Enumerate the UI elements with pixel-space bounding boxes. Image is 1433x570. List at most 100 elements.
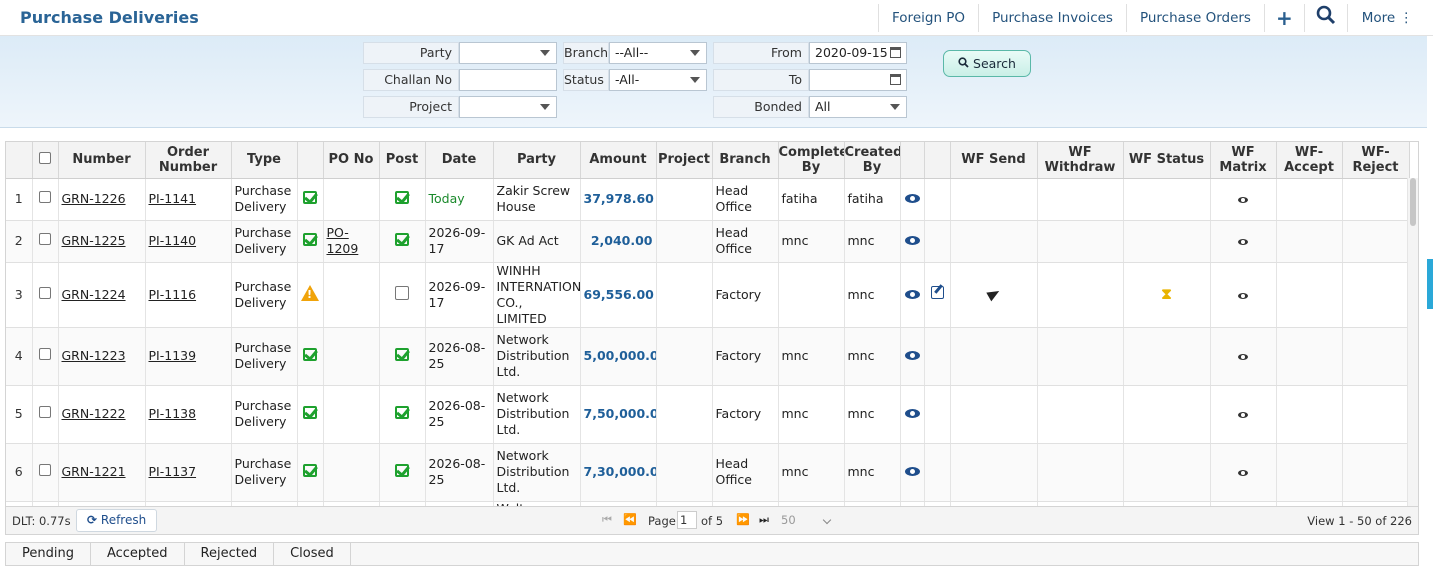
row-checkbox[interactable]: [39, 406, 51, 418]
col-project[interactable]: Project: [656, 142, 713, 179]
nav-foreign-po[interactable]: Foreign PO: [878, 4, 978, 32]
last-page-icon[interactable]: ⏭: [759, 513, 769, 527]
refresh-button[interactable]: ⟳ Refresh: [76, 509, 158, 532]
eye-icon[interactable]: [1238, 354, 1248, 360]
party-select[interactable]: [459, 42, 557, 64]
eye-icon[interactable]: [904, 236, 920, 245]
col-wf-withdraw[interactable]: WF Withdraw: [1037, 142, 1124, 179]
search-icon[interactable]: [1303, 4, 1347, 32]
check-square-icon[interactable]: [395, 405, 409, 419]
table-row[interactable]: 6 GRN-1221 PI-1137 Purchase Delivery 2026-08…: [6, 443, 1410, 502]
wf-matrix-cell[interactable]: [1210, 220, 1277, 263]
row-checkbox[interactable]: [39, 233, 51, 245]
prev-page-icon[interactable]: ⏪: [623, 513, 637, 526]
order-number-link[interactable]: PI-1137: [149, 464, 197, 479]
view-cell[interactable]: [900, 178, 925, 221]
grn-number-link[interactable]: GRN-1225: [62, 233, 126, 248]
checkbox[interactable]: [39, 151, 51, 164]
row-checkbox[interactable]: [39, 286, 51, 299]
calendar-icon[interactable]: [890, 74, 901, 85]
col-wf-reject[interactable]: WF-Reject: [1342, 142, 1410, 179]
grn-number-link[interactable]: GRN-1224: [62, 287, 126, 302]
col-completed-by[interactable]: Completed By: [778, 142, 845, 179]
post-cell[interactable]: [379, 220, 426, 263]
eye-icon[interactable]: [1238, 197, 1248, 203]
eye-icon[interactable]: [904, 351, 920, 360]
eye-icon[interactable]: [1238, 412, 1248, 418]
nav-purchase-invoices[interactable]: Purchase Invoices: [978, 4, 1126, 32]
col-wf-accept[interactable]: WF-Accept: [1276, 142, 1343, 179]
col-amount[interactable]: Amount: [580, 142, 657, 179]
eye-icon[interactable]: [1238, 292, 1248, 299]
col-post[interactable]: Post: [379, 142, 426, 179]
col-type[interactable]: Type: [231, 142, 298, 179]
col-number[interactable]: Number: [58, 142, 146, 179]
row-checkbox-cell[interactable]: [32, 443, 59, 502]
challan-input[interactable]: [459, 69, 557, 91]
wf-matrix-cell[interactable]: [1210, 327, 1277, 386]
eye-icon[interactable]: [904, 194, 920, 203]
order-number-link[interactable]: PI-1138: [149, 406, 197, 421]
eye-icon[interactable]: [904, 467, 920, 476]
wf-matrix-cell[interactable]: [1210, 385, 1277, 444]
add-icon[interactable]: +: [1263, 4, 1304, 32]
rows-per-page-select[interactable]: 50: [778, 511, 832, 529]
check-square-icon[interactable]: [395, 347, 409, 361]
row-checkbox-cell[interactable]: [32, 262, 59, 328]
edit-icon[interactable]: [930, 286, 944, 299]
post-cell[interactable]: [379, 178, 426, 221]
status-select[interactable]: -All-: [609, 69, 707, 91]
order-number-link[interactable]: PI-1140: [149, 233, 197, 248]
row-checkbox[interactable]: [39, 348, 51, 360]
more-menu[interactable]: More ⋮: [1346, 4, 1425, 32]
row-checkbox[interactable]: [39, 464, 51, 476]
wf-matrix-cell[interactable]: [1210, 178, 1277, 221]
wf-matrix-cell[interactable]: [1210, 443, 1277, 502]
table-row[interactable]: 5 GRN-1222 PI-1138 Purchase Delivery 2026-08…: [6, 385, 1410, 444]
project-select[interactable]: [459, 96, 557, 118]
col-po-no[interactable]: PO No: [323, 142, 380, 179]
to-date-input[interactable]: [809, 69, 907, 91]
select-all-checkbox[interactable]: [32, 142, 59, 179]
eye-icon[interactable]: [904, 409, 920, 418]
col-date[interactable]: Date: [425, 142, 494, 179]
table-row[interactable]: 1 GRN-1226 PI-1141 Purchase Delivery Today Za…: [6, 178, 1410, 221]
eye-icon[interactable]: [1238, 239, 1248, 245]
next-page-icon[interactable]: ⏩: [736, 513, 750, 526]
paper-plane-icon[interactable]: [985, 286, 1002, 301]
row-checkbox-cell[interactable]: [32, 178, 59, 221]
view-cell[interactable]: [900, 262, 925, 328]
grn-number-link[interactable]: GRN-1221: [62, 464, 126, 479]
col-party[interactable]: Party: [493, 142, 581, 179]
view-cell[interactable]: [900, 443, 925, 502]
po-number-link[interactable]: PO-1209: [327, 225, 359, 256]
post-cell[interactable]: [379, 443, 426, 502]
first-page-icon[interactable]: ⏮: [602, 513, 612, 527]
search-button[interactable]: Search: [943, 50, 1031, 77]
post-cell[interactable]: [379, 262, 426, 328]
row-checkbox[interactable]: [39, 191, 51, 203]
post-cell[interactable]: [379, 385, 426, 444]
grn-number-link[interactable]: GRN-1223: [62, 348, 126, 363]
view-cell[interactable]: [900, 220, 925, 263]
calendar-icon[interactable]: [890, 47, 901, 58]
tab-closed[interactable]: Closed: [274, 543, 351, 565]
nav-purchase-orders[interactable]: Purchase Orders: [1125, 4, 1264, 32]
scrollbar-thumb[interactable]: [1410, 178, 1416, 226]
vertical-scrollbar[interactable]: [1407, 178, 1418, 506]
table-row[interactable]: 4 GRN-1223 PI-1139 Purchase Delivery 2026-08…: [6, 327, 1410, 386]
col-branch[interactable]: Branch: [712, 142, 779, 179]
order-number-link[interactable]: PI-1141: [149, 191, 197, 206]
wf-matrix-cell[interactable]: [1210, 262, 1277, 328]
post-checkbox[interactable]: [395, 285, 409, 300]
row-checkbox-cell[interactable]: [32, 327, 59, 386]
tab-accepted[interactable]: Accepted: [91, 543, 185, 565]
check-square-icon[interactable]: [395, 463, 409, 477]
branch-select[interactable]: --All--: [609, 42, 707, 64]
row-checkbox-cell[interactable]: [32, 220, 59, 263]
edit-cell[interactable]: [924, 262, 951, 328]
grn-number-link[interactable]: GRN-1222: [62, 406, 126, 421]
bonded-select[interactable]: All: [809, 96, 907, 118]
page-number-input[interactable]: 1: [677, 511, 697, 529]
col-created-by[interactable]: Created By: [844, 142, 901, 179]
